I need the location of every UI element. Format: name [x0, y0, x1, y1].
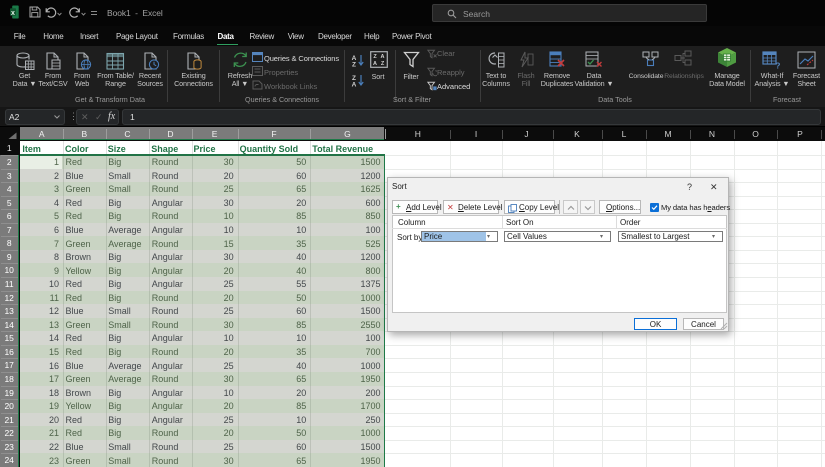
svg-text:A: A	[381, 54, 385, 60]
svg-text:Z: Z	[381, 61, 385, 67]
svg-text:A: A	[352, 82, 357, 88]
svg-text:Z: Z	[373, 54, 377, 60]
svg-text:Z: Z	[352, 62, 356, 68]
svg-text:?: ?	[775, 61, 780, 70]
svg-text:x: x	[11, 10, 15, 17]
svg-text:A: A	[373, 61, 377, 67]
